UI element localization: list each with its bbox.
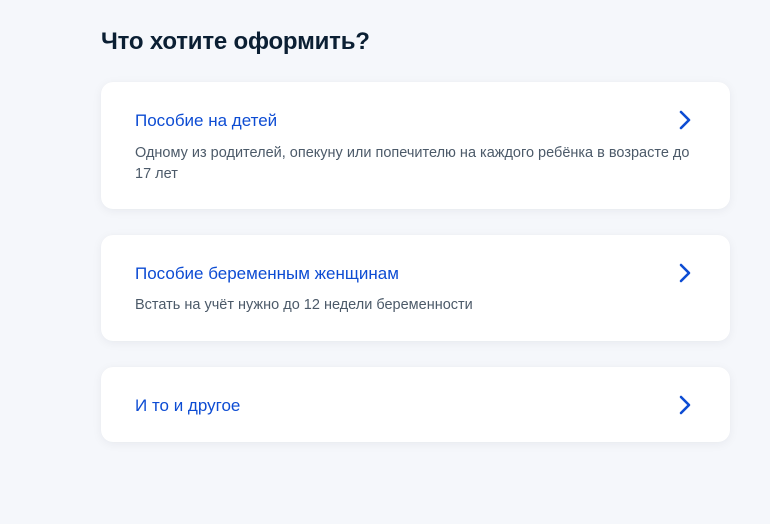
chevron-right-icon[interactable] (678, 110, 692, 130)
option-description: Встать на учёт нужно до 12 недели береме… (135, 297, 473, 313)
option-card-both[interactable]: И то и другое (101, 367, 730, 442)
option-title[interactable]: Пособие беременным женщинам (135, 264, 399, 284)
option-title[interactable]: Пособие на детей (135, 111, 277, 131)
option-description: Одному из родителей, опекуну или попечит… (135, 145, 690, 182)
option-card-pregnancy-benefit[interactable]: Пособие беременным женщинам Встать на уч… (101, 235, 730, 341)
chevron-right-icon[interactable] (678, 263, 692, 283)
option-title[interactable]: И то и другое (135, 396, 240, 416)
chevron-right-icon[interactable] (678, 395, 692, 415)
page-title: Что хотите оформить? (101, 28, 370, 55)
option-card-child-benefit[interactable]: Пособие на детей Одному из родителей, оп… (101, 82, 730, 209)
